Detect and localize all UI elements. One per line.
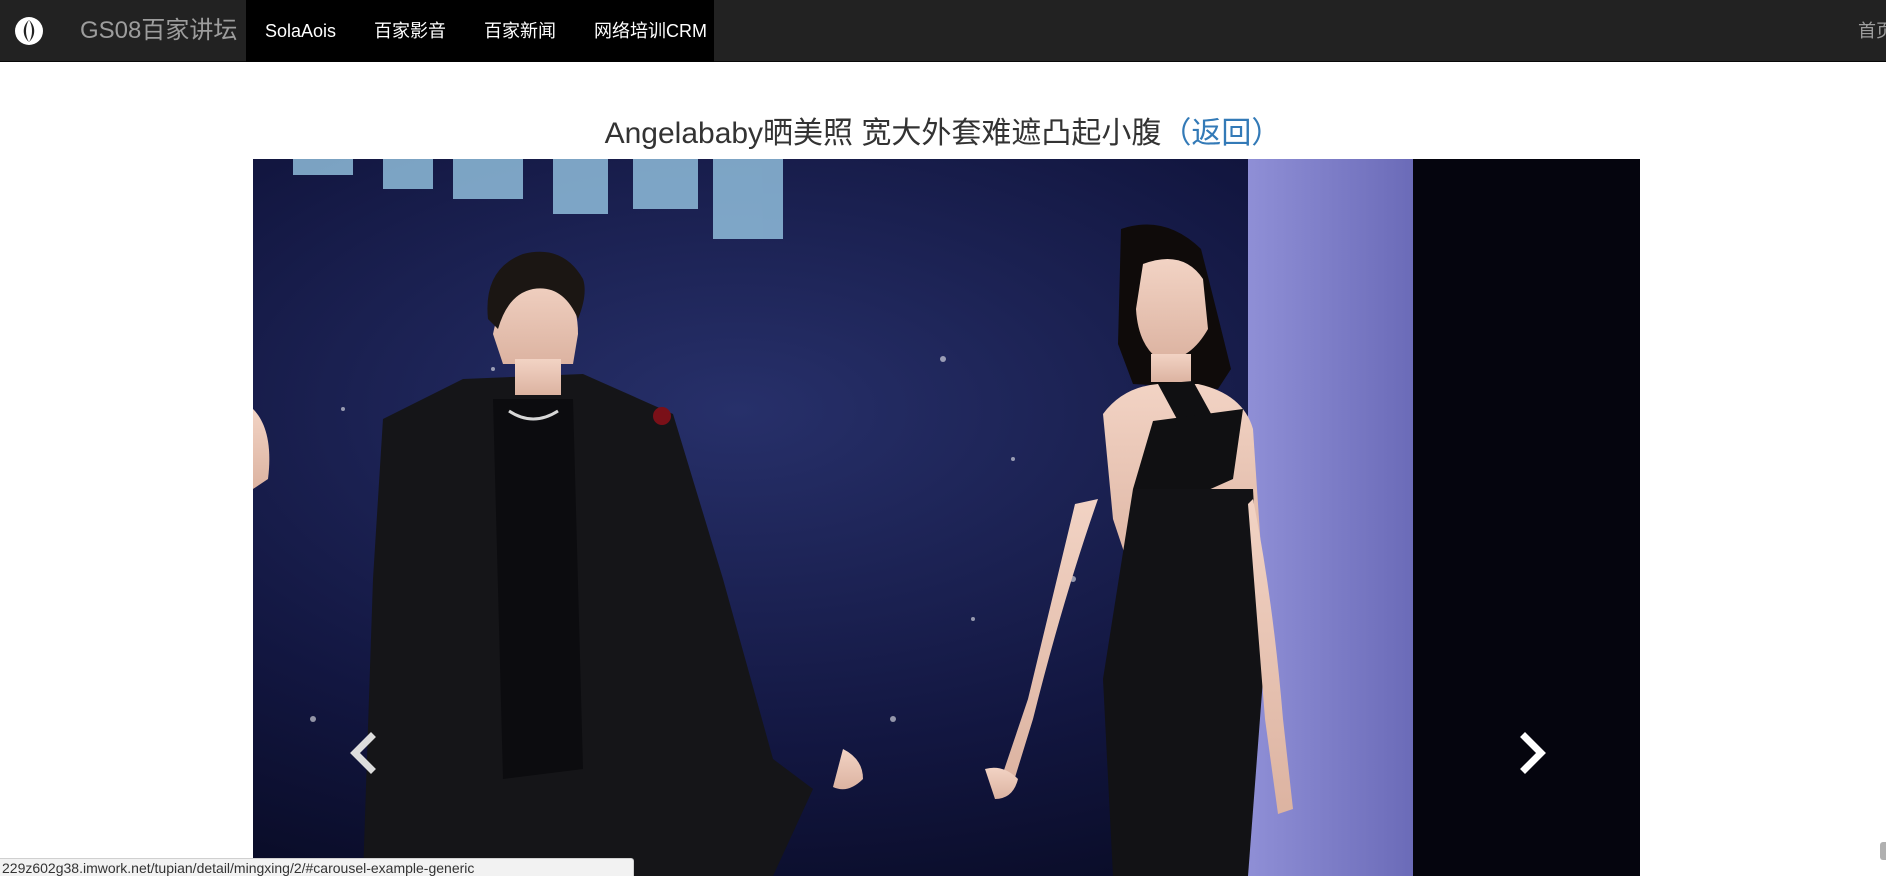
page-title: Angelababy晒美照 宽大外套难遮凸起小腹（返回） <box>0 108 1886 152</box>
nav-item-media[interactable]: 百家影音 <box>355 0 465 62</box>
image-carousel[interactable] <box>253 159 1640 876</box>
nav-item-news[interactable]: 百家新闻 <box>465 0 575 62</box>
scroll-handle[interactable] <box>1880 842 1886 860</box>
article-title: Angelababy晒美照 宽大外套难遮凸起小腹 <box>604 117 1162 150</box>
brand-title[interactable]: GS08百家讲坛 <box>80 0 237 62</box>
carousel-photo <box>253 159 1640 876</box>
carousel-next-icon[interactable] <box>1513 729 1553 777</box>
nav-item-solaaois[interactable]: SolaAois <box>246 0 355 62</box>
logo-icon[interactable] <box>14 16 44 46</box>
nav-menu: SolaAois 百家影音 百家新闻 网络培训CRM <box>246 0 714 62</box>
nav-item-crm[interactable]: 网络培训CRM <box>575 0 726 62</box>
back-link[interactable]: （返回） <box>1161 117 1281 150</box>
link-status-bar: 229z602g38.imwork.net/tupian/detail/ming… <box>0 858 634 876</box>
carousel-prev-icon[interactable] <box>343 729 383 777</box>
nav-home-link[interactable]: 首页 <box>1858 0 1886 62</box>
top-navbar: GS08百家讲坛 SolaAois 百家影音 百家新闻 网络培训CRM 首页 <box>0 0 1886 62</box>
